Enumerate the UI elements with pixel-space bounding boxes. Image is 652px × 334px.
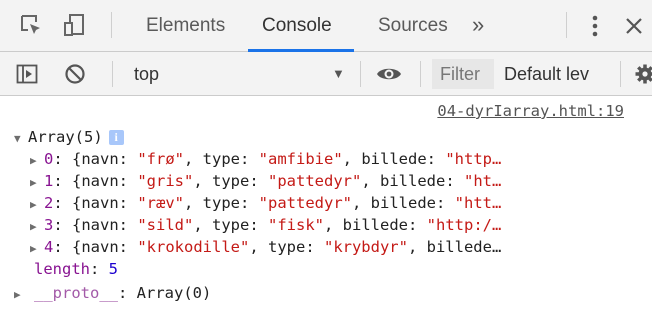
show-sidebar-icon[interactable] [16,63,38,90]
collapsed-triangle-icon[interactable]: ▶ [14,284,34,306]
clear-console-icon[interactable] [64,63,86,90]
array-entry[interactable]: ▶ 3: {navn: "sild", type: "fisk", billede… [30,214,501,236]
collapsed-triangle-icon[interactable]: ▶ [30,238,44,260]
toolbar-divider [420,61,421,87]
expanded-triangle-icon[interactable]: ▼ [14,128,28,150]
live-expression-eye-icon[interactable] [376,65,402,88]
console-output: 04-dyrIarray.html:19 ▼ Array(5) i ▶ 0: {nav… [0,96,652,334]
array-entry[interactable]: ▶ 1: {navn: "gris", type: "pattedyr", bil… [30,170,501,192]
collapsed-triangle-icon[interactable]: ▶ [30,150,44,172]
collapsed-triangle-icon[interactable]: ▶ [30,216,44,238]
array-entry[interactable]: ▶ 2: {navn: "ræv", type: "pattedyr", bill… [30,192,501,214]
execution-context-select[interactable]: top [134,52,159,96]
tab-console[interactable]: Console [262,0,332,52]
settings-gear-icon[interactable] [634,63,652,90]
tab-sources[interactable]: Sources [378,0,448,52]
array-header[interactable]: ▼ Array(5) i [14,126,124,148]
array-length: length: 5 [34,260,119,278]
devtools-tabbar: Elements Console Sources » [0,0,652,52]
close-icon[interactable] [624,16,644,41]
tab-elements[interactable]: Elements [146,0,225,52]
more-tabs-button[interactable]: » [472,0,484,52]
toolbar-divider [112,61,113,87]
toolbar-divider [360,61,361,87]
filter-input[interactable]: Filter [432,59,494,89]
kebab-menu-icon[interactable] [590,14,600,43]
collapsed-triangle-icon[interactable]: ▶ [30,194,44,216]
toolbar-divider [566,12,567,38]
array-entry[interactable]: ▶ 0: {navn: "frø", type: "amfibie", bille… [30,148,501,170]
device-toolbar-icon[interactable] [64,14,86,41]
dropdown-arrow-icon[interactable]: ▼ [332,52,345,96]
console-toolbar: top ▼ Filter Default lev [0,52,652,96]
toolbar-divider [620,61,621,87]
inspect-element-icon[interactable] [20,14,42,41]
array-entry[interactable]: ▶ 4: {navn: "krokodille", type: "krybdyr"… [30,236,501,258]
source-link[interactable]: 04-dyrIarray.html:19 [437,102,624,120]
log-levels-select[interactable]: Default lev [504,52,618,96]
array-proto[interactable]: ▶ __proto__: Array(0) [14,282,211,304]
toolbar-divider [111,12,112,38]
collapsed-triangle-icon[interactable]: ▶ [30,172,44,194]
info-icon[interactable]: i [108,130,124,145]
